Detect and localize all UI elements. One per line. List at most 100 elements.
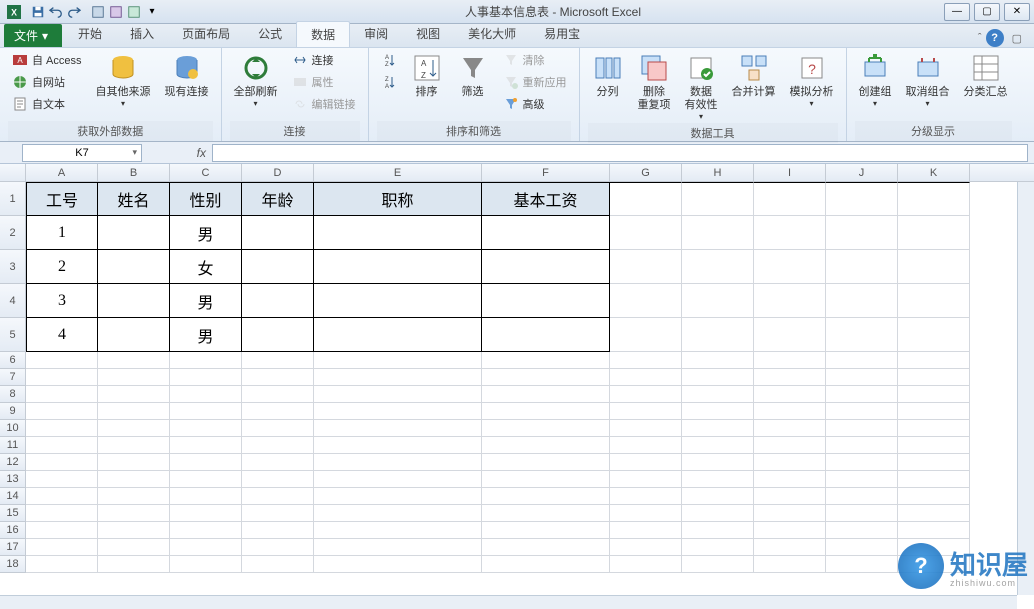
col-header-J[interactable]: J — [826, 164, 898, 181]
row-header-13[interactable]: 13 — [0, 471, 26, 488]
cell-E11[interactable] — [314, 437, 482, 454]
cell-I18[interactable] — [754, 556, 826, 573]
cell-J6[interactable] — [826, 352, 898, 369]
cell-J5[interactable] — [826, 318, 898, 352]
cell-F1[interactable]: 基本工资 — [482, 182, 610, 216]
cell-B6[interactable] — [98, 352, 170, 369]
data-validation-button[interactable]: 数据 有效性▾ — [681, 50, 722, 123]
cell-F4[interactable] — [482, 284, 610, 318]
cell-D18[interactable] — [242, 556, 314, 573]
cell-B15[interactable] — [98, 505, 170, 522]
cell-H16[interactable] — [682, 522, 754, 539]
cell-G13[interactable] — [610, 471, 682, 488]
cell-F10[interactable] — [482, 420, 610, 437]
worksheet[interactable]: ABCDEFGHIJK 123456789101112131415161718 … — [0, 164, 1034, 595]
existing-conn-button[interactable]: 现有连接 — [161, 50, 213, 101]
cell-F15[interactable] — [482, 505, 610, 522]
cell-E6[interactable] — [314, 352, 482, 369]
tab-易用宝[interactable]: 易用宝 — [530, 21, 594, 47]
cell-I10[interactable] — [754, 420, 826, 437]
cell-E10[interactable] — [314, 420, 482, 437]
cell-A18[interactable] — [26, 556, 98, 573]
row-header-8[interactable]: 8 — [0, 386, 26, 403]
cell-K4[interactable] — [898, 284, 970, 318]
cell-E18[interactable] — [314, 556, 482, 573]
cell-K5[interactable] — [898, 318, 970, 352]
cell-J2[interactable] — [826, 216, 898, 250]
row-header-9[interactable]: 9 — [0, 403, 26, 420]
row-header-12[interactable]: 12 — [0, 454, 26, 471]
cell-B2[interactable] — [98, 216, 170, 250]
help-icon[interactable]: ? — [986, 29, 1004, 47]
cell-B13[interactable] — [98, 471, 170, 488]
row-header-4[interactable]: 4 — [0, 284, 26, 318]
cell-K17[interactable] — [898, 539, 970, 556]
cell-E14[interactable] — [314, 488, 482, 505]
cell-G3[interactable] — [610, 250, 682, 284]
tab-插入[interactable]: 插入 — [116, 21, 168, 47]
cell-I13[interactable] — [754, 471, 826, 488]
tab-审阅[interactable]: 审阅 — [350, 21, 402, 47]
ungroup-button[interactable]: 取消组合▾ — [902, 50, 954, 110]
cell-C17[interactable] — [170, 539, 242, 556]
cell-H11[interactable] — [682, 437, 754, 454]
qat-extra1-icon[interactable] — [90, 4, 106, 20]
minimize-button[interactable]: ― — [944, 3, 970, 21]
cell-I5[interactable] — [754, 318, 826, 352]
cell-F16[interactable] — [482, 522, 610, 539]
cell-B10[interactable] — [98, 420, 170, 437]
horizontal-scrollbar[interactable] — [0, 595, 1017, 609]
cell-H10[interactable] — [682, 420, 754, 437]
consolidate-button[interactable]: 合并计算 — [728, 50, 780, 101]
cell-K12[interactable] — [898, 454, 970, 471]
from-other-button[interactable]: 自其他来源▾ — [92, 50, 155, 110]
cell-I15[interactable] — [754, 505, 826, 522]
cell-A3[interactable]: 2 — [26, 250, 98, 284]
cell-E5[interactable] — [314, 318, 482, 352]
cell-A6[interactable] — [26, 352, 98, 369]
row-header-17[interactable]: 17 — [0, 539, 26, 556]
cell-C10[interactable] — [170, 420, 242, 437]
cell-C5[interactable]: 男 — [170, 318, 242, 352]
cell-D8[interactable] — [242, 386, 314, 403]
cell-J11[interactable] — [826, 437, 898, 454]
cell-C13[interactable] — [170, 471, 242, 488]
row-header-15[interactable]: 15 — [0, 505, 26, 522]
col-header-E[interactable]: E — [314, 164, 482, 181]
cell-J1[interactable] — [826, 182, 898, 216]
name-box[interactable]: K7 — [22, 144, 142, 162]
maximize-button[interactable]: ▢ — [974, 3, 1000, 21]
cell-F14[interactable] — [482, 488, 610, 505]
cell-K6[interactable] — [898, 352, 970, 369]
cell-I16[interactable] — [754, 522, 826, 539]
cell-J3[interactable] — [826, 250, 898, 284]
cell-I4[interactable] — [754, 284, 826, 318]
cell-A17[interactable] — [26, 539, 98, 556]
row-header-14[interactable]: 14 — [0, 488, 26, 505]
tab-开始[interactable]: 开始 — [64, 21, 116, 47]
cell-A4[interactable]: 3 — [26, 284, 98, 318]
tab-视图[interactable]: 视图 — [402, 21, 454, 47]
formula-bar[interactable] — [212, 144, 1028, 162]
cell-D2[interactable] — [242, 216, 314, 250]
cell-D4[interactable] — [242, 284, 314, 318]
connections-button[interactable]: 连接 — [288, 50, 360, 70]
cell-B17[interactable] — [98, 539, 170, 556]
cell-H15[interactable] — [682, 505, 754, 522]
cells-area[interactable]: 工号姓名性别年龄职称基本工资1男2女3男4男 — [26, 182, 970, 573]
cell-K15[interactable] — [898, 505, 970, 522]
filter-button[interactable]: 筛选 — [453, 50, 493, 101]
cell-B12[interactable] — [98, 454, 170, 471]
cell-H5[interactable] — [682, 318, 754, 352]
cell-D7[interactable] — [242, 369, 314, 386]
cell-K11[interactable] — [898, 437, 970, 454]
remove-duplicates-button[interactable]: 删除 重复项 — [634, 50, 675, 114]
redo-icon[interactable] — [66, 4, 82, 20]
cell-G14[interactable] — [610, 488, 682, 505]
cell-K8[interactable] — [898, 386, 970, 403]
cell-D15[interactable] — [242, 505, 314, 522]
cell-G5[interactable] — [610, 318, 682, 352]
whatif-button[interactable]: ?模拟分析▾ — [786, 50, 838, 110]
cell-C1[interactable]: 性别 — [170, 182, 242, 216]
cell-G11[interactable] — [610, 437, 682, 454]
